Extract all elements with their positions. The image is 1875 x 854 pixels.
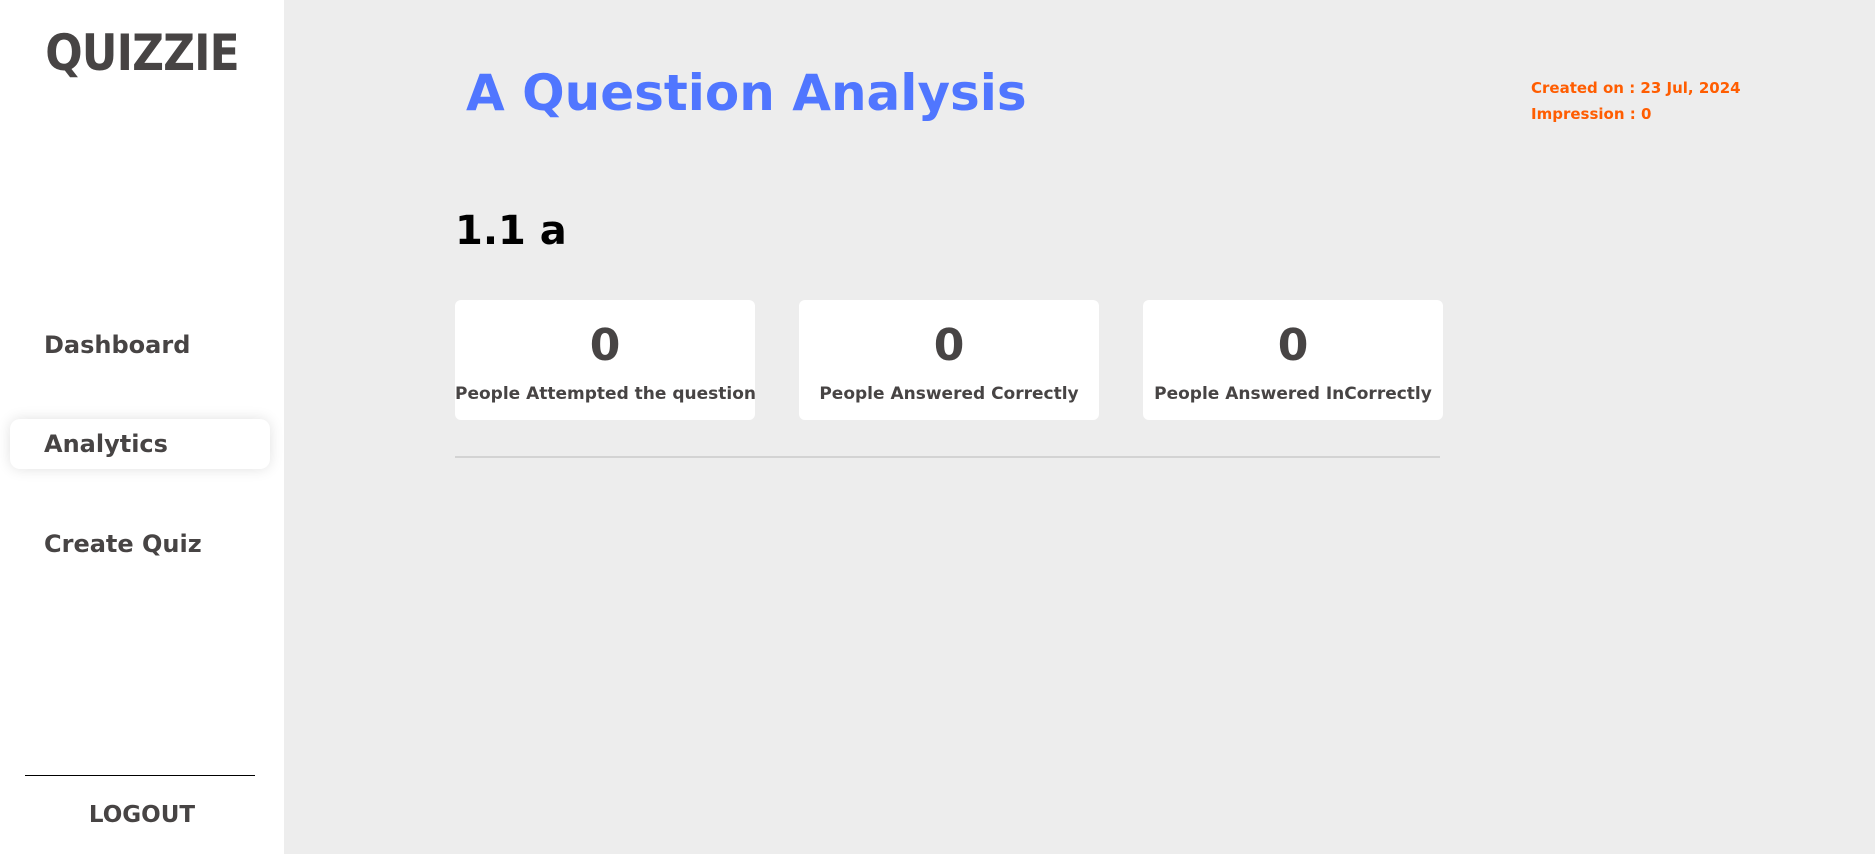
impression-text: Impression : 0 <box>1531 105 1652 123</box>
stat-value: 0 <box>933 320 965 371</box>
quiz-meta: Created on : 23 Jul, 2024 Impression : 0 <box>1531 75 1741 127</box>
created-on-text: Created on : 23 Jul, 2024 <box>1531 79 1741 97</box>
page-title: A Question Analysis <box>466 64 1027 122</box>
question-label: 1.1 a <box>455 208 567 254</box>
logout-button[interactable]: LOGOUT <box>0 802 284 828</box>
stat-value: 0 <box>1277 320 1309 371</box>
stat-card-incorrect: 0 People Answered InCorrectly <box>1143 300 1443 420</box>
sidebar-item-analytics[interactable]: Analytics <box>10 419 270 469</box>
sidebar-divider <box>25 775 255 776</box>
app-window: QUIZZIE Dashboard Analytics Create Quiz … <box>0 0 1875 854</box>
sidebar: QUIZZIE Dashboard Analytics Create Quiz … <box>0 0 284 854</box>
stat-label: People Answered InCorrectly <box>1154 384 1432 404</box>
stat-label: People Attempted the question <box>455 384 757 404</box>
sidebar-item-dashboard[interactable]: Dashboard <box>10 320 270 370</box>
app-logo: QUIZZIE <box>45 24 239 82</box>
stat-card-attempted: 0 People Attempted the question <box>455 300 757 420</box>
stat-card-correct: 0 People Answered Correctly <box>799 300 1099 420</box>
stat-value: 0 <box>589 320 621 371</box>
question-divider <box>455 456 1440 458</box>
stat-label: People Answered Correctly <box>819 384 1079 404</box>
sidebar-item-create-quiz[interactable]: Create Quiz <box>10 519 270 569</box>
